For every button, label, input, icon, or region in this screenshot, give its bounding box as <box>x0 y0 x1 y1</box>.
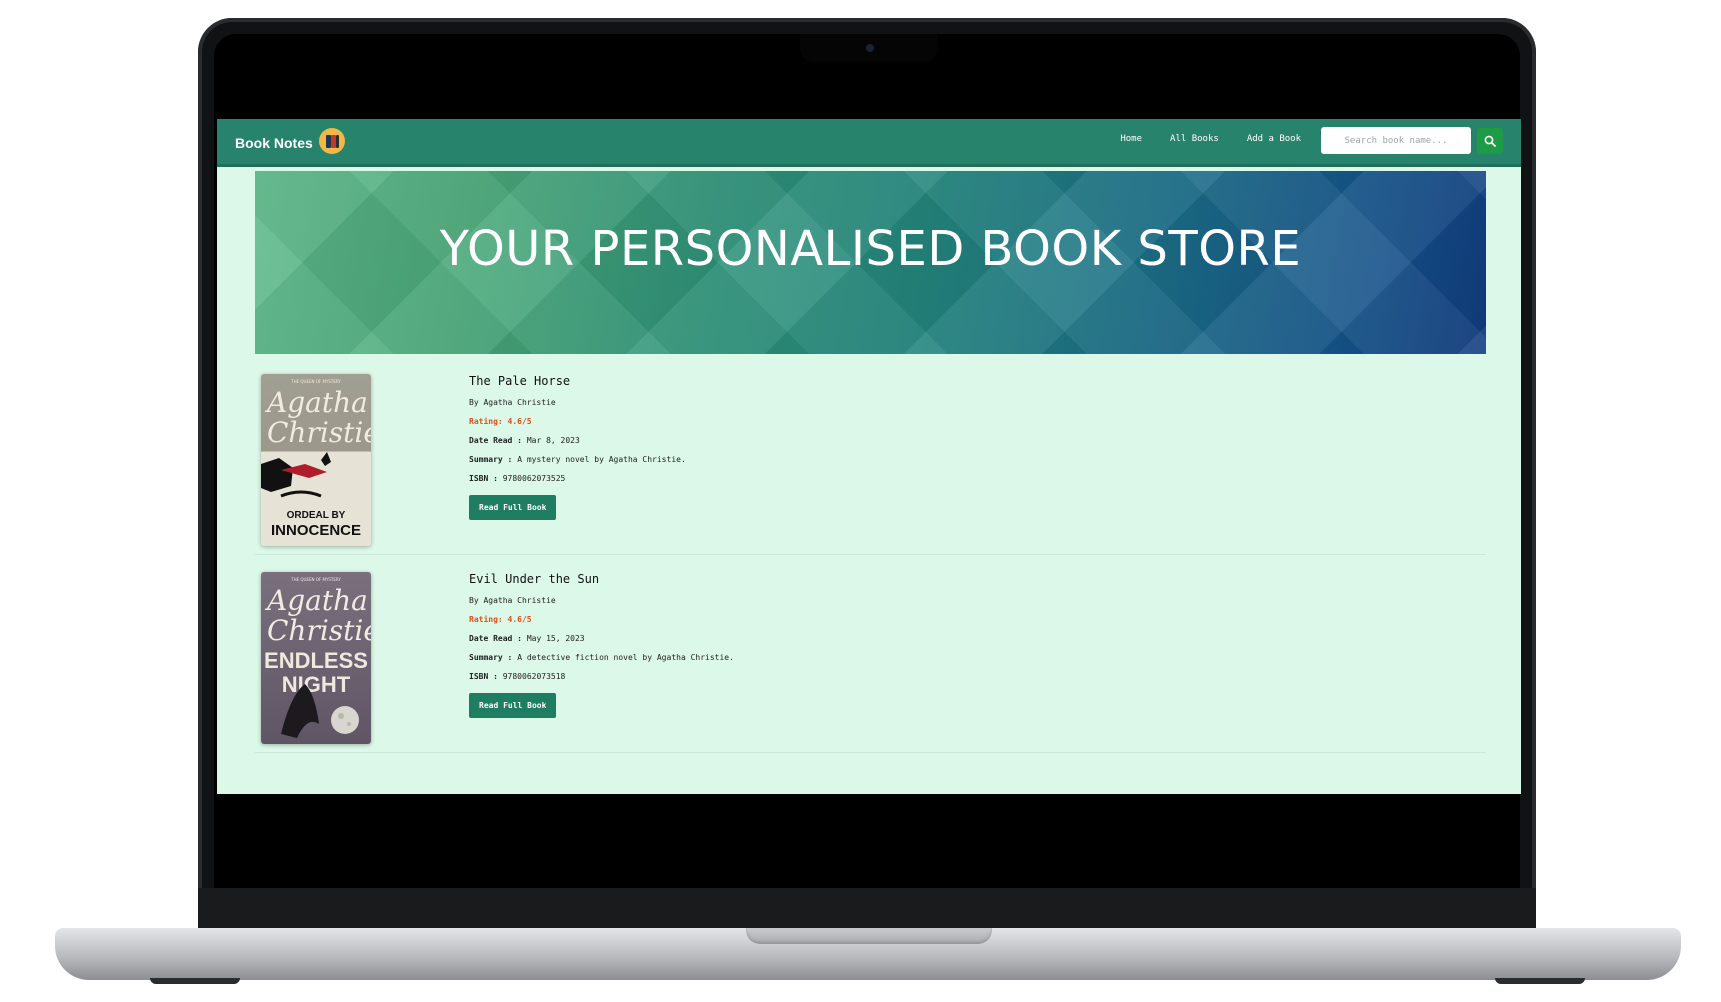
search-input[interactable] <box>1321 127 1471 154</box>
isbn-value: 9780062073525 <box>502 474 566 483</box>
date-label: Date Read : <box>469 634 522 643</box>
cover-author: Agatha Christie <box>267 386 371 449</box>
book-isbn: ISBN : 9780062073525 <box>469 474 686 483</box>
nav-link-home[interactable]: Home <box>1120 134 1142 144</box>
nav-link-all-books[interactable]: All Books <box>1170 134 1219 144</box>
date-value: Mar 8, 2023 <box>526 436 580 445</box>
book-date-read: Date Read : May 15, 2023 <box>469 634 734 643</box>
summary-label: Summary : <box>469 455 513 464</box>
nav-links: Home All Books Add a Book <box>1120 134 1301 144</box>
cover-title-line2: INNOCENCE <box>270 522 361 539</box>
hero-banner: YOUR PERSONALISED BOOK STORE <box>255 171 1486 354</box>
laptop-foot-right <box>1495 978 1585 984</box>
banner-title: YOUR PERSONALISED BOOK STORE <box>439 221 1302 277</box>
cover-illustration-icon <box>261 452 331 498</box>
summary-value: A detective fiction novel by Agatha Chri… <box>517 653 734 662</box>
book-author: By Agatha Christie <box>469 398 556 407</box>
read-full-book-button[interactable]: Read Full Book <box>469 693 557 718</box>
read-full-book-button[interactable]: Read Full Book <box>469 495 557 520</box>
book-cover-image[interactable]: THE QUEEN OF MYSTERY Agatha Christie END… <box>261 572 371 744</box>
isbn-value: 9780062073518 <box>502 672 566 681</box>
laptop-foot-left <box>150 978 240 984</box>
book-title: The Pale Horse <box>469 374 571 388</box>
book-card: THE QUEEN OF MYSTERY Agatha Christie ORD… <box>255 358 1486 555</box>
book-cover-image[interactable]: THE QUEEN OF MYSTERY Agatha Christie ORD… <box>261 374 371 546</box>
isbn-label: ISBN : <box>469 474 498 483</box>
cover-author: Agatha Christie <box>267 584 371 647</box>
book-rating: Rating: 4.6/5 <box>469 615 532 624</box>
book-title: Evil Under the Sun <box>469 572 600 586</box>
cover-series: THE QUEEN OF MYSTERY <box>291 577 341 582</box>
browser-viewport: Book Notes Home All Books Add a Book YOU… <box>217 119 1521 794</box>
books-logo-icon <box>318 128 345 154</box>
date-label: Date Read : <box>469 436 522 445</box>
brand[interactable]: Book Notes <box>235 128 345 154</box>
brand-name[interactable]: Book Notes <box>235 135 313 151</box>
book-summary: Summary : A mystery novel by Agatha Chri… <box>469 455 686 464</box>
book-rating: Rating: 4.6/5 <box>469 417 532 426</box>
summary-label: Summary : <box>469 653 513 662</box>
cover-series: THE QUEEN OF MYSTERY <box>291 379 341 384</box>
date-value: May 15, 2023 <box>526 634 585 643</box>
camera-icon <box>866 44 874 52</box>
trackpad-notch <box>746 928 992 944</box>
book-author: By Agatha Christie <box>469 596 556 605</box>
book-isbn: ISBN : 9780062073518 <box>469 672 734 681</box>
summary-value: A mystery novel by Agatha Christie. <box>517 455 686 464</box>
search-icon <box>1484 135 1496 147</box>
book-card: THE QUEEN OF MYSTERY Agatha Christie END… <box>255 556 1486 753</box>
book-info: Evil Under the Sun By Agatha Christie Ra… <box>469 572 734 718</box>
book-info: The Pale Horse By Agatha Christie Rating… <box>469 374 686 520</box>
book-date-read: Date Read : Mar 8, 2023 <box>469 436 686 445</box>
lid-hinge <box>198 888 1536 928</box>
book-summary: Summary : A detective fiction novel by A… <box>469 653 734 662</box>
isbn-label: ISBN : <box>469 672 498 681</box>
cover-illustration-icon <box>281 684 359 738</box>
search-button[interactable] <box>1477 128 1503 154</box>
navbar: Book Notes Home All Books Add a Book <box>217 119 1521 167</box>
cover-title-line1: ORDEAL BY <box>286 510 346 521</box>
nav-link-add-book[interactable]: Add a Book <box>1247 134 1301 144</box>
